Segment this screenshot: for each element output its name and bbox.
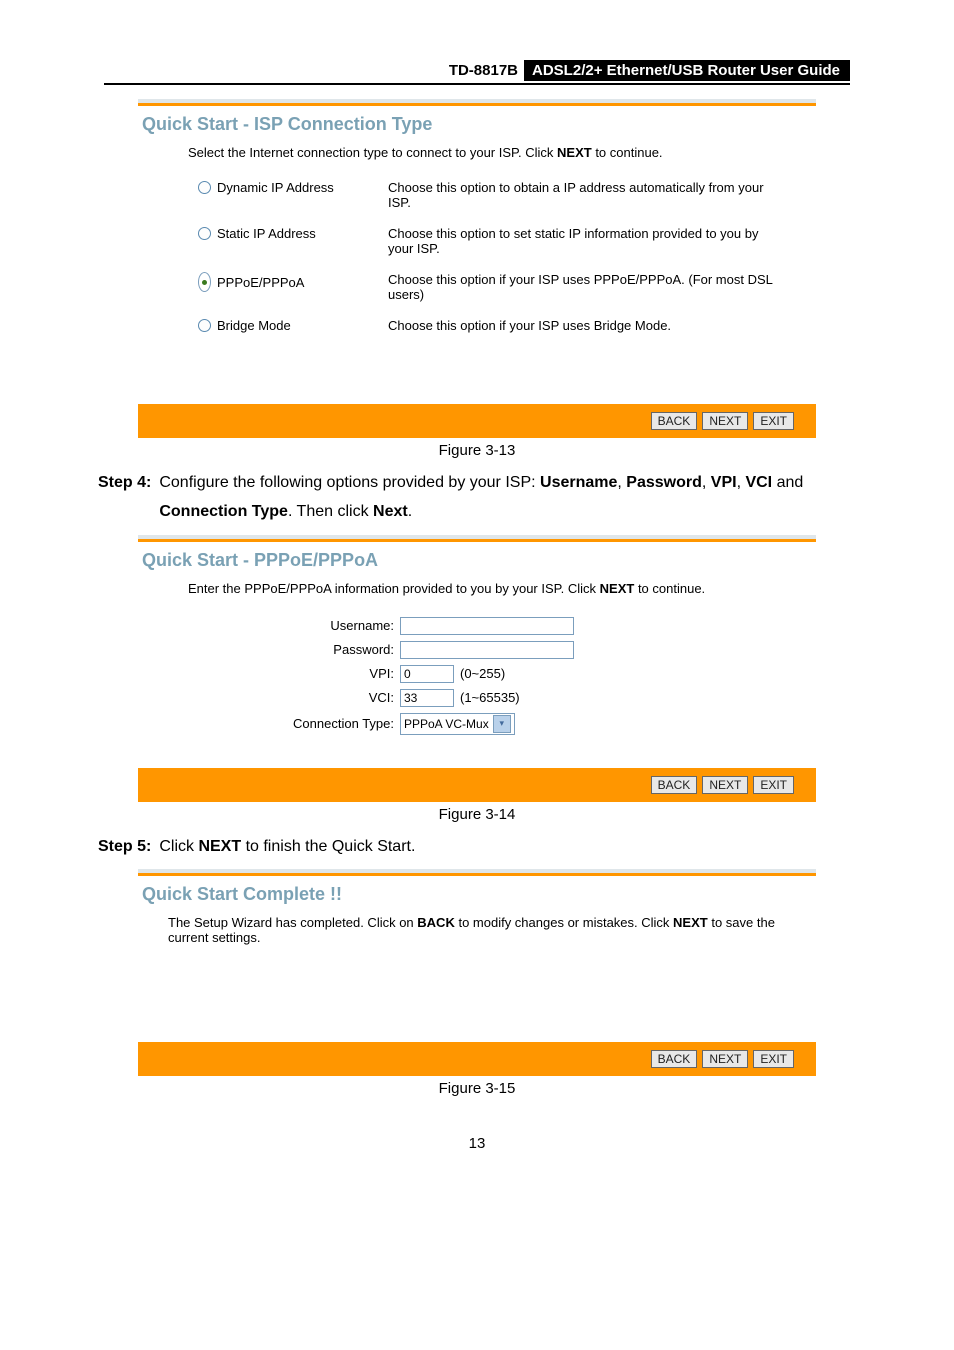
figure-caption: Figure 3-15 [98,1076,856,1105]
exit-button[interactable]: EXIT [753,412,794,430]
t: Configure the following options provided… [159,474,540,491]
k: Password [626,474,702,491]
step-label: Step 5: [98,833,151,862]
label-connection-type: Connection Type: [138,716,400,731]
k: NEXT [198,838,241,855]
option-dynamic-ip[interactable]: Dynamic IP Address Choose this option to… [198,172,776,218]
t: The Setup Wizard has completed. Click on [168,915,417,930]
hint-vpi: (0~255) [454,666,505,681]
intro-text-c: to continue. [592,145,663,160]
t: and [772,474,803,491]
vci-input[interactable] [400,689,454,707]
next-button[interactable]: NEXT [702,412,748,430]
t: . [408,503,412,520]
t: to finish the Quick Start. [241,838,415,855]
chevron-down-icon: ▾ [493,715,511,733]
radio-icon[interactable] [198,227,211,240]
k: Username [540,474,617,491]
figure-caption: Figure 3-13 [98,438,856,467]
vpi-input[interactable] [400,665,454,683]
page-number: 13 [98,1105,856,1152]
next-button[interactable]: NEXT [702,776,748,794]
step-body: Click NEXT to finish the Quick Start. [151,833,415,862]
card-intro: The Setup Wizard has completed. Click on… [138,915,816,957]
option-desc: Choose this option to obtain a IP addres… [388,180,776,210]
password-input[interactable] [400,641,574,659]
button-bar: BACK NEXT EXIT [138,404,816,438]
next-button[interactable]: NEXT [702,1050,748,1068]
label-password: Password: [138,642,400,657]
option-desc: Choose this option to set static IP info… [388,226,776,256]
option-pppoe[interactable]: PPPoE/PPPoA Choose this option if your I… [198,264,776,310]
t: , [702,474,711,491]
select-value: PPPoA VC-Mux [404,717,489,731]
radio-icon[interactable] [198,319,211,332]
back-button[interactable]: BACK [651,412,698,430]
card-intro: Select the Internet connection type to c… [138,145,816,172]
option-label: PPPoE/PPPoA [217,275,304,290]
option-label: Static IP Address [217,226,316,241]
intro-text-a: Select the Internet connection type to c… [188,145,557,160]
option-label: Dynamic IP Address [217,180,334,195]
isp-options: Dynamic IP Address Choose this option to… [138,172,816,349]
card-title: Quick Start Complete !! [138,876,816,915]
figure-caption: Figure 3-14 [98,802,856,831]
step-5: Step 5: Click NEXT to finish the Quick S… [98,831,856,870]
option-desc: Choose this option if your ISP uses PPPo… [388,272,776,302]
k: VPI [711,474,737,491]
exit-button[interactable]: EXIT [753,776,794,794]
button-bar: BACK NEXT EXIT [138,1042,816,1076]
card-pppoe: Quick Start - PPPoE/PPPoA Enter the PPPo… [138,535,816,802]
doc-header: TD-8817BADSL2/2+ Ethernet/USB Router Use… [104,60,850,85]
k: Next [373,503,408,520]
radio-icon[interactable] [198,181,211,194]
exit-button[interactable]: EXIT [753,1050,794,1068]
option-desc: Choose this option if your ISP uses Brid… [388,318,776,333]
card-isp-type: Quick Start - ISP Connection Type Select… [138,99,816,438]
intro-text-c: to continue. [634,581,705,596]
t: , [617,474,626,491]
card-intro: Enter the PPPoE/PPPoA information provid… [138,581,816,608]
k: BACK [417,915,455,930]
label-vci: VCI: [138,690,400,705]
k: Connection Type [159,503,288,520]
intro-text-a: Enter the PPPoE/PPPoA information provid… [188,581,600,596]
card-title: Quick Start - PPPoE/PPPoA [138,542,816,581]
intro-text-b: NEXT [557,145,592,160]
card-title: Quick Start - ISP Connection Type [138,106,816,145]
back-button[interactable]: BACK [651,776,698,794]
step-body: Configure the following options provided… [151,469,856,527]
option-static-ip[interactable]: Static IP Address Choose this option to … [198,218,776,264]
radio-icon[interactable] [198,272,211,292]
username-input[interactable] [400,617,574,635]
doc-title: ADSL2/2+ Ethernet/USB Router User Guide [524,60,850,81]
button-bar: BACK NEXT EXIT [138,768,816,802]
device-model: TD-8817B [441,60,524,81]
connection-type-select[interactable]: PPPoA VC-Mux ▾ [400,713,515,735]
option-label: Bridge Mode [217,318,291,333]
card-complete: Quick Start Complete !! The Setup Wizard… [138,869,816,1076]
intro-text-b: NEXT [600,581,635,596]
label-vpi: VPI: [138,666,400,681]
back-button[interactable]: BACK [651,1050,698,1068]
step-4: Step 4: Configure the following options … [98,467,856,535]
hint-vci: (1~65535) [454,690,520,705]
t: . Then click [288,503,373,520]
step-label: Step 4: [98,469,151,527]
t: to modify changes or mistakes. Click [455,915,673,930]
k: NEXT [673,915,708,930]
k: VCI [745,474,772,491]
pppoe-form: Username: Password: VPI: (0~255) VCI: (1… [138,608,816,738]
t: Click [159,838,198,855]
option-bridge[interactable]: Bridge Mode Choose this option if your I… [198,310,776,341]
label-username: Username: [138,618,400,633]
